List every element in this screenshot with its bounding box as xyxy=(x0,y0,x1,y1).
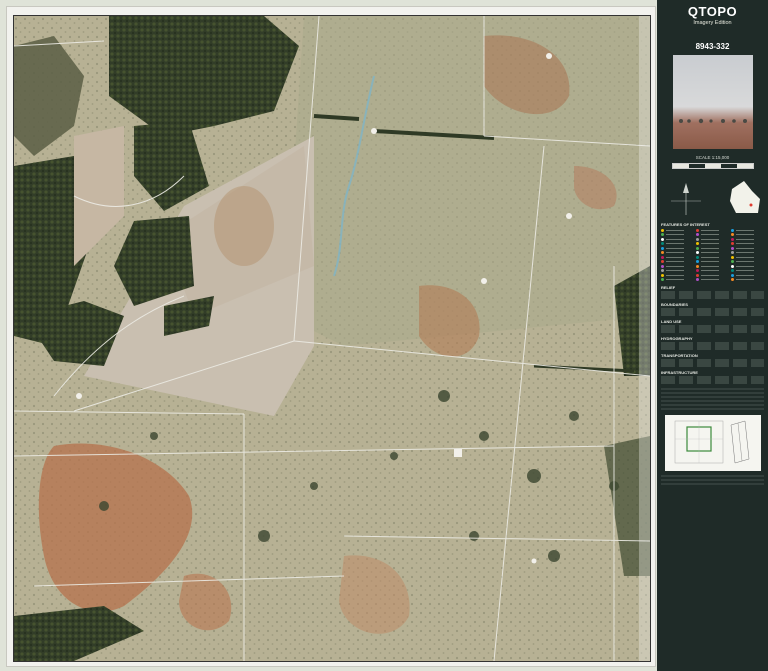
product-title: QTOPO xyxy=(687,4,738,19)
sheet-number: 8943-332 xyxy=(695,42,730,51)
legend-swatch xyxy=(696,255,729,259)
legend-swatch xyxy=(661,242,694,246)
legend-swatch xyxy=(661,237,694,241)
legend-swatch xyxy=(661,273,694,277)
legend-swatch xyxy=(696,269,729,273)
tree-silhouette xyxy=(678,118,747,124)
legend-swatch xyxy=(696,251,729,255)
legend-swatch xyxy=(661,278,694,282)
legend-swatch xyxy=(696,264,729,268)
legend-section-items xyxy=(661,358,764,367)
legend-swatch xyxy=(661,246,694,250)
legend-swatch xyxy=(661,264,694,268)
legend-section-heading: LAND USE xyxy=(661,318,682,324)
legend-section-items xyxy=(661,324,764,333)
legend-section-heading: HYDROGRAPHY xyxy=(661,335,693,341)
legend-swatch xyxy=(696,242,729,246)
legend-swatch xyxy=(731,273,764,277)
legend-swatch xyxy=(661,233,694,237)
legend-section-heading: RELIEF xyxy=(661,284,676,290)
map-frame xyxy=(6,6,656,667)
legend-section-heading: BOUNDARIES xyxy=(661,301,688,307)
cover-photo xyxy=(672,55,753,149)
legend-swatch xyxy=(661,269,694,273)
legend-swatch xyxy=(731,264,764,268)
legend-swatch xyxy=(731,269,764,273)
legend-swatch xyxy=(731,251,764,255)
features-grid xyxy=(661,228,764,282)
legend-section-items xyxy=(661,307,764,316)
scale-label: SCALE 1:15,000 xyxy=(695,155,730,160)
legend-swatch xyxy=(731,242,764,246)
footer-text xyxy=(657,474,768,486)
map-sheet: QTOPO Imagery Edition 8943-332 SCALE 1:1… xyxy=(0,0,768,671)
legend-swatch xyxy=(696,273,729,277)
location-block xyxy=(657,179,768,219)
legend-swatch xyxy=(696,246,729,250)
legend-swatch xyxy=(696,260,729,264)
legend-swatch xyxy=(731,260,764,264)
legend-swatch xyxy=(696,278,729,282)
features-legend: FEATURES OF INTEREST xyxy=(657,222,768,282)
legend-swatch xyxy=(731,233,764,237)
sheet-index-diagram xyxy=(664,414,761,471)
north-arrow-icon xyxy=(671,183,701,215)
aerial-imagery xyxy=(14,16,650,661)
legend-swatch xyxy=(731,246,764,250)
legend-swatch xyxy=(696,233,729,237)
imagery-map[interactable] xyxy=(13,15,651,662)
queensland-locator-icon xyxy=(730,181,760,213)
legend-swatch xyxy=(661,255,694,259)
legend-swatch xyxy=(731,278,764,282)
scale-bar xyxy=(671,163,754,169)
legend-swatch xyxy=(661,251,694,255)
legend-swatch xyxy=(731,228,764,232)
legend-panel: QTOPO Imagery Edition 8943-332 SCALE 1:1… xyxy=(657,0,768,671)
legend-swatch xyxy=(661,228,694,232)
legend-swatch xyxy=(731,255,764,259)
legend-swatch xyxy=(731,237,764,241)
product-subtitle: Imagery Edition xyxy=(693,20,732,26)
legend-swatch xyxy=(696,237,729,241)
features-heading: FEATURES OF INTEREST xyxy=(661,222,710,227)
legend-section-heading: TRANSPORTATION xyxy=(661,352,698,358)
legend-section-items xyxy=(661,290,764,299)
legend-section-items xyxy=(661,341,764,350)
index-grid xyxy=(674,420,749,463)
disclaimer-text xyxy=(657,387,768,411)
legend-swatch xyxy=(661,260,694,264)
legend-sections: RELIEF BOUNDARIES LAND USE HYDROGRAPHY TRANS… xyxy=(657,285,768,384)
brand-block: QTOPO Imagery Edition xyxy=(657,0,768,26)
legend-section-items xyxy=(661,375,764,384)
legend-swatch xyxy=(696,228,729,232)
legend-section-heading: INFRASTRUCTURE xyxy=(661,369,698,375)
